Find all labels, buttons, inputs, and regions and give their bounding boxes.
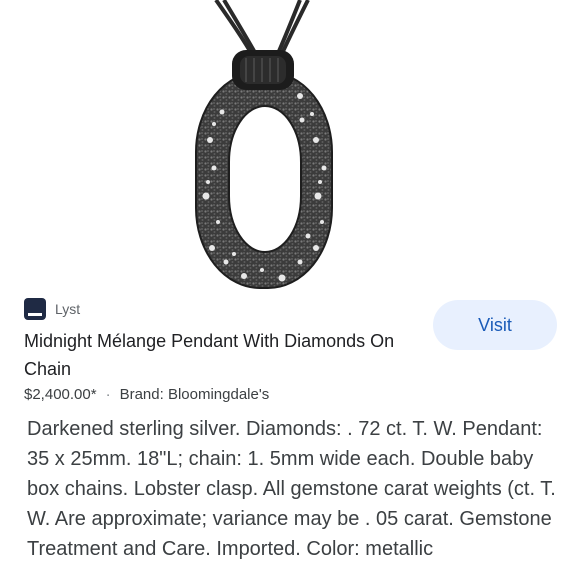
diamond-stone <box>321 165 327 171</box>
diamond-stone <box>219 109 225 115</box>
diamond-stone <box>211 165 217 171</box>
product-description: Darkened sterling silver. Diamonds: . 72… <box>27 418 556 560</box>
separator-dot: · <box>105 386 111 403</box>
diamond-stone <box>299 117 305 123</box>
visit-button[interactable]: Visit <box>433 300 557 350</box>
bail <box>232 50 294 90</box>
pendant-illustration <box>0 0 580 292</box>
diamond-stone <box>318 180 322 184</box>
diamond-stone <box>241 273 247 279</box>
diamond-stone <box>207 137 213 143</box>
diamond-stone <box>305 233 311 239</box>
diamond-stone <box>223 259 229 265</box>
price-row: $2,400.00* · Brand: Bloomingdale's <box>24 384 269 406</box>
diamond-stone <box>206 180 210 184</box>
diamond-stone <box>320 220 324 224</box>
diamond-stone <box>216 220 220 224</box>
lyst-logo-icon <box>24 298 46 320</box>
source-row[interactable]: Lyst <box>24 296 80 322</box>
diamond-stone <box>202 192 210 200</box>
diamond-stone <box>313 137 319 143</box>
source-name: Lyst <box>55 301 81 317</box>
diamond-stone <box>314 192 322 200</box>
diamond-stone <box>232 252 236 256</box>
product-image[interactable] <box>0 0 580 292</box>
diamond-stone <box>297 259 303 265</box>
diamond-stone <box>209 245 215 251</box>
diamond-stone <box>297 93 303 99</box>
diamond-stone <box>310 112 314 116</box>
diamond-stone <box>260 268 264 272</box>
price: $2,400.00* <box>24 386 97 403</box>
brand: Brand: Bloomingdale's <box>119 386 270 403</box>
diamond-stone <box>278 274 286 282</box>
product-title[interactable]: Midnight Mélange Pendant With Diamonds O… <box>24 327 424 383</box>
diamond-stone <box>313 245 319 251</box>
diamond-stone <box>212 122 216 126</box>
